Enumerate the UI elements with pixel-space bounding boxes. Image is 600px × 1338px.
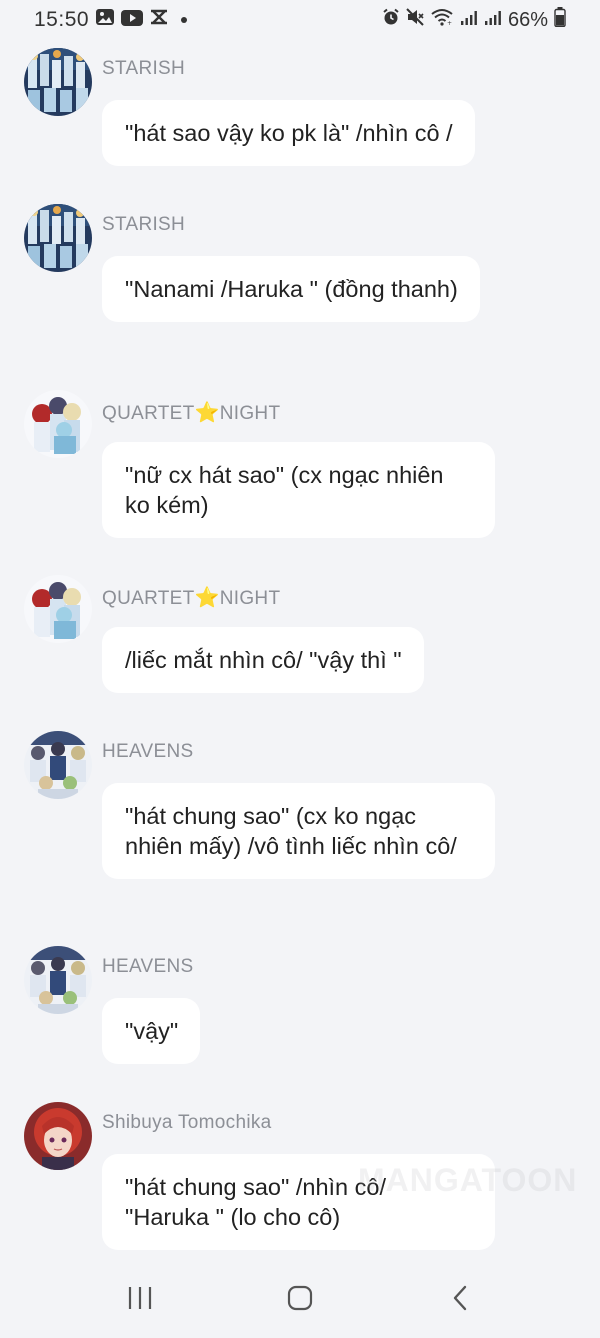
gallery-icon [95,8,115,32]
battery-percent: 66% [507,8,548,31]
sender-name: Shibuya Tomochika [102,1112,272,1133]
sender-name-part: NIGHT [219,403,281,424]
chat-area[interactable]: STARISH "hát sao vậy ko pk là" /nhìn cô … [0,40,600,1262]
status-time: 15:50 [34,8,90,31]
mute-icon [406,8,424,32]
avatar[interactable] [24,946,92,1014]
status-bar: 15:50 + 66% [0,0,600,40]
sender-name: QUARTET⭐NIGHT [102,400,280,425]
home-icon [286,1284,314,1317]
avatar[interactable] [24,204,92,272]
sender-name-part: NIGHT [219,588,281,609]
sender-name: STARISH [102,58,186,79]
star-icon: ⭐ [194,402,220,424]
star-icon: ⭐ [194,587,220,609]
recents-icon [126,1285,154,1316]
notification-dot [181,17,188,23]
sender-name: STARISH [102,214,186,235]
message-bubble[interactable]: "hát chung sao" (cx ko ngạc nhiên mấy) /… [102,783,495,879]
home-button[interactable] [270,1270,330,1330]
avatar[interactable] [24,731,92,799]
sender-name: QUARTET⭐NIGHT [102,585,280,610]
back-icon [450,1284,470,1317]
sender-name: HEAVENS [102,741,194,762]
status-right: + 66% [382,7,566,33]
message-bubble[interactable]: /liếc mắt nhìn cô/ "vậy thì " [102,627,424,693]
sender-name-part: QUARTET [102,588,195,609]
alarm-icon [382,8,400,32]
avatar[interactable] [24,575,92,643]
wifi-icon: + [430,8,454,32]
signal-icon [484,9,502,32]
message-bubble[interactable]: "vậy" [102,998,201,1064]
youtube-icon [121,9,144,32]
sender-name: HEAVENS [102,956,194,977]
avatar[interactable] [24,1102,92,1170]
sender-name-part: QUARTET [102,403,195,424]
signal-icon [460,9,478,32]
back-button[interactable] [430,1270,490,1330]
recents-button[interactable] [110,1270,170,1330]
avatar[interactable] [24,48,92,116]
message-bubble[interactable]: "nữ cx hát sao" (cx ngạc nhiên ko kém) [102,442,495,538]
svg-text:+: + [447,20,452,26]
avatar[interactable] [24,390,92,458]
battery-icon [554,7,566,33]
capcut-icon [149,8,169,32]
navigation-bar [0,1262,600,1338]
status-left: 15:50 [34,8,188,32]
message-bubble[interactable]: "Nanami /Haruka " (đồng thanh) [102,256,480,322]
message-bubble[interactable]: "hát sao vậy ko pk là" /nhìn cô / [102,100,475,166]
watermark: MANGATOON [358,1162,578,1198]
